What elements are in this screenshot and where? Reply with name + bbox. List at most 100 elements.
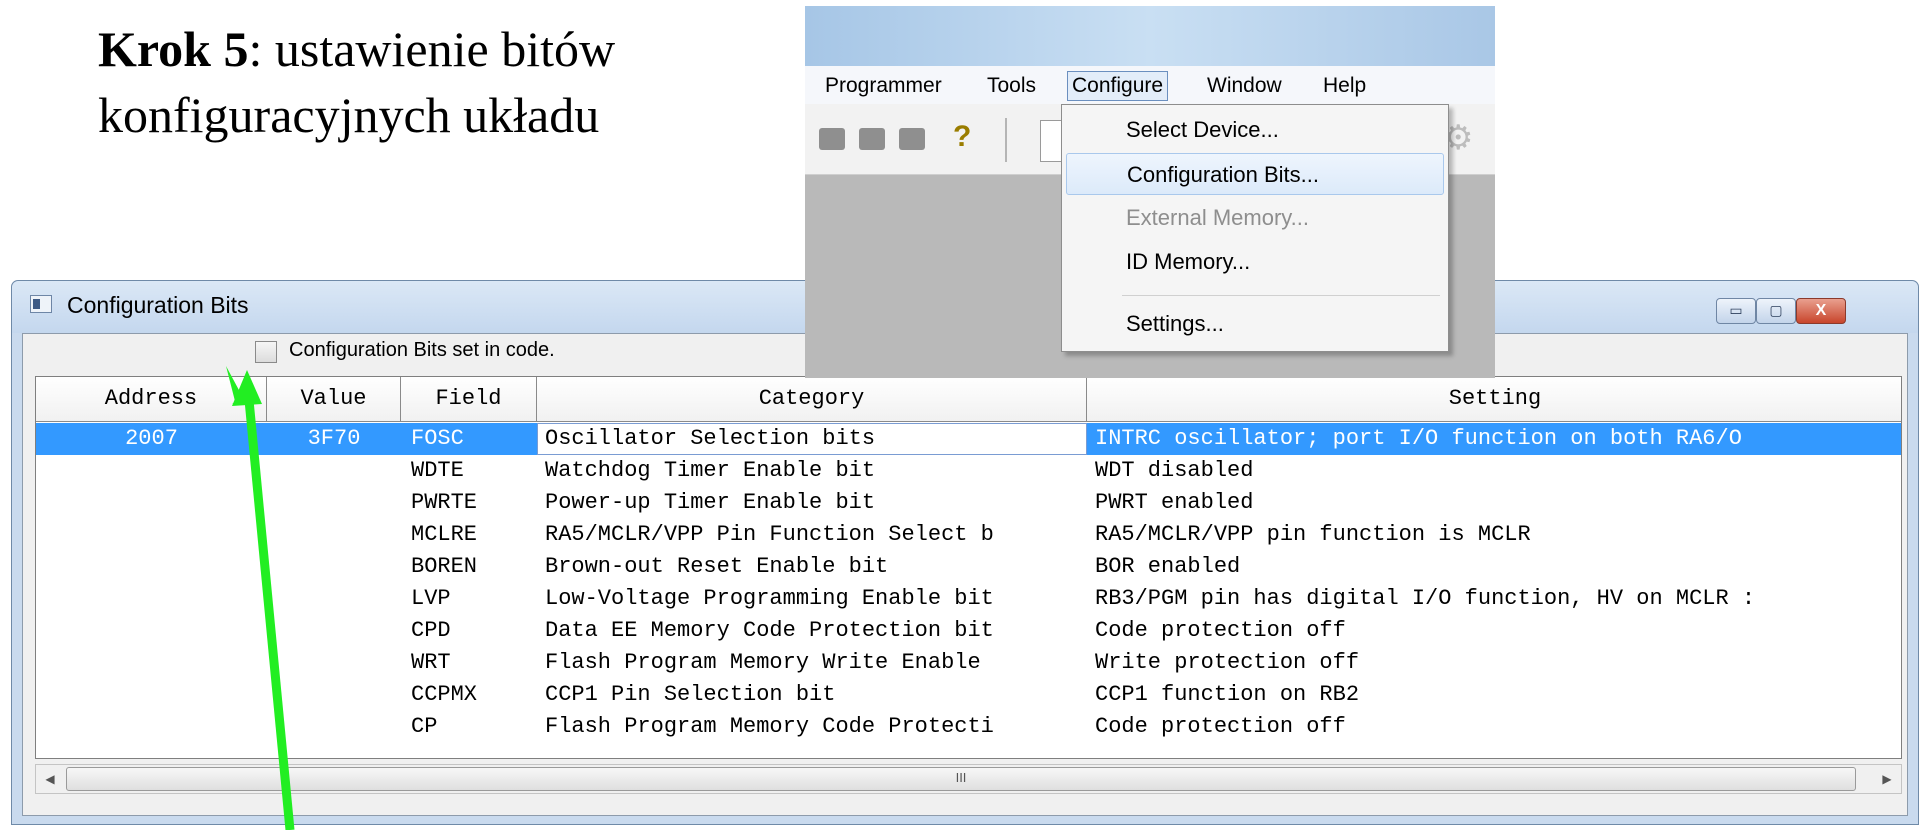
config-bits-in-code-label[interactable]: Configuration Bits set in code.: [289, 339, 555, 362]
heading-line2: konfiguracyjnych układu: [98, 87, 600, 143]
table-row[interactable]: CP Flash Program Memory Code Protecti Code…: [36, 711, 1901, 743]
cell-value: [267, 583, 401, 615]
cell-address: [36, 615, 267, 647]
cell-address: [36, 551, 267, 583]
table-row[interactable]: LVP Low-Voltage Programming Enable bit RB3…: [36, 583, 1901, 615]
menu-window[interactable]: Window: [1207, 74, 1282, 98]
heading-text: : ustawienie bitów: [248, 21, 616, 77]
toolbar-program-icon[interactable]: [819, 128, 845, 150]
window-app-icon: [30, 295, 52, 313]
cell-setting[interactable]: WDT disabled: [1087, 455, 1901, 487]
cell-category: CCP1 Pin Selection bit: [545, 682, 836, 707]
cell-field: FOSC: [401, 423, 537, 455]
cell-value: 3F70: [267, 423, 401, 455]
column-header-address[interactable]: Address: [36, 377, 267, 421]
cell-value: [267, 455, 401, 487]
cell-value: [267, 551, 401, 583]
cell-field: WDTE: [411, 458, 464, 483]
maximize-button[interactable]: ▢: [1756, 298, 1796, 324]
cell-field: CPD: [411, 618, 451, 643]
cell-value: [267, 711, 401, 743]
cell-setting[interactable]: Code protection off: [1087, 615, 1901, 647]
toolbar-verify-icon[interactable]: [899, 128, 925, 150]
table-row[interactable]: WDTE Watchdog Timer Enable bit WDT disable…: [36, 455, 1901, 487]
config-bits-grid: Address Value Field Category Setting 200…: [35, 376, 1902, 759]
column-header-field[interactable]: Field: [401, 377, 537, 421]
window-title: Configuration Bits: [67, 292, 249, 318]
cell-address: 2007: [36, 423, 267, 455]
inset-titlebar: [805, 6, 1495, 66]
cell-setting[interactable]: CCP1 function on RB2: [1087, 679, 1901, 711]
grid-header: Address Value Field Category Setting: [36, 377, 1901, 422]
menubar: Programmer Tools Configure Window Help: [805, 66, 1495, 104]
table-row[interactable]: 2007 3F70 FOSC Oscillator Selection bits INT…: [36, 423, 1901, 455]
cell-category: RA5/MCLR/VPP Pin Function Select b: [545, 522, 994, 547]
cell-field: BOREN: [411, 554, 478, 579]
config-bits-in-code-checkbox[interactable]: [255, 341, 277, 363]
configure-menu-inset: Programmer Tools Configure Window Help ?…: [805, 6, 1495, 378]
configure-dropdown: Select Device... Configuration Bits... E…: [1061, 104, 1449, 352]
cell-category: Watchdog Timer Enable bit: [545, 458, 876, 483]
cell-address: [36, 711, 267, 743]
cell-value: [267, 519, 401, 551]
cell-value: [267, 487, 401, 519]
cell-setting[interactable]: BOR enabled: [1087, 551, 1901, 583]
menu-tools[interactable]: Tools: [987, 74, 1036, 98]
heading-step: Krok 5: [98, 21, 249, 77]
cell-value: [267, 679, 401, 711]
menu-help[interactable]: Help: [1323, 74, 1366, 98]
menu-item-select-device[interactable]: Select Device...: [1066, 109, 1444, 151]
menu-item-settings[interactable]: Settings...: [1066, 303, 1444, 345]
cell-category: Flash Program Memory Code Protecti: [545, 714, 994, 739]
cell-address: [36, 519, 267, 551]
column-header-setting[interactable]: Setting: [1087, 377, 1901, 421]
cell-category: Oscillator Selection bits: [537, 423, 1087, 455]
cell-setting[interactable]: Code protection off: [1087, 711, 1901, 743]
cell-field: CCPMX: [411, 682, 478, 707]
cell-address: [36, 487, 267, 519]
cell-address: [36, 647, 267, 679]
toolbar-read-icon[interactable]: [859, 128, 885, 150]
cell-value: [267, 647, 401, 679]
toolbar-combo[interactable]: [1040, 120, 1062, 162]
cell-setting[interactable]: RA5/MCLR/VPP pin function is MCLR: [1087, 519, 1901, 551]
close-button[interactable]: X: [1796, 298, 1846, 324]
menu-item-id-memory[interactable]: ID Memory...: [1066, 241, 1444, 283]
cell-setting[interactable]: Write protection off: [1087, 647, 1901, 679]
cell-setting[interactable]: PWRT enabled: [1087, 487, 1901, 519]
table-row[interactable]: BOREN Brown-out Reset Enable bit BOR enabl…: [36, 551, 1901, 583]
cell-field: PWRTE: [411, 490, 478, 515]
cell-field: MCLRE: [411, 522, 478, 547]
cell-address: [36, 679, 267, 711]
menu-item-external-memory: External Memory...: [1126, 205, 1309, 230]
column-header-category[interactable]: Category: [537, 377, 1087, 421]
toolbar-separator: [1005, 118, 1007, 162]
menu-programmer[interactable]: Programmer: [825, 74, 942, 98]
cell-field: LVP: [411, 586, 451, 611]
horizontal-scrollbar[interactable]: ◀ III ▶: [35, 764, 1902, 794]
minimize-button[interactable]: ▭: [1716, 298, 1756, 324]
cell-setting[interactable]: INTRC oscillator; port I/O function on b…: [1087, 423, 1901, 455]
cell-field: WRT: [411, 650, 451, 675]
toolbar-help-icon[interactable]: ?: [953, 120, 971, 154]
cell-category: Power-up Timer Enable bit: [545, 490, 876, 515]
menu-configure[interactable]: Configure: [1067, 71, 1169, 101]
scroll-right-icon[interactable]: ▶: [1873, 765, 1901, 793]
table-row[interactable]: CCPMX CCP1 Pin Selection bit CCP1 function…: [36, 679, 1901, 711]
cell-setting[interactable]: RB3/PGM pin has digital I/O function, HV…: [1087, 583, 1901, 615]
cell-value: [267, 615, 401, 647]
scroll-left-icon[interactable]: ◀: [36, 765, 64, 793]
cell-category: Low-Voltage Programming Enable bit: [545, 586, 994, 611]
table-row[interactable]: CPD Data EE Memory Code Protection bit Cod…: [36, 615, 1901, 647]
column-header-value[interactable]: Value: [267, 377, 401, 421]
menu-item-configuration-bits[interactable]: Configuration Bits...: [1066, 153, 1444, 195]
cell-category: Data EE Memory Code Protection bit: [545, 618, 994, 643]
cell-field: CP: [411, 714, 438, 739]
table-row[interactable]: MCLRE RA5/MCLR/VPP Pin Function Select b R…: [36, 519, 1901, 551]
cell-category: Flash Program Memory Write Enable: [545, 650, 981, 675]
menu-separator: [1122, 295, 1440, 296]
table-row[interactable]: WRT Flash Program Memory Write Enable Writ…: [36, 647, 1901, 679]
table-row[interactable]: PWRTE Power-up Timer Enable bit PWRT enabl…: [36, 487, 1901, 519]
slide-heading: Krok 5: ustawienie bitów konfiguracyjnyc…: [98, 16, 718, 148]
scroll-thumb[interactable]: III: [66, 767, 1856, 791]
